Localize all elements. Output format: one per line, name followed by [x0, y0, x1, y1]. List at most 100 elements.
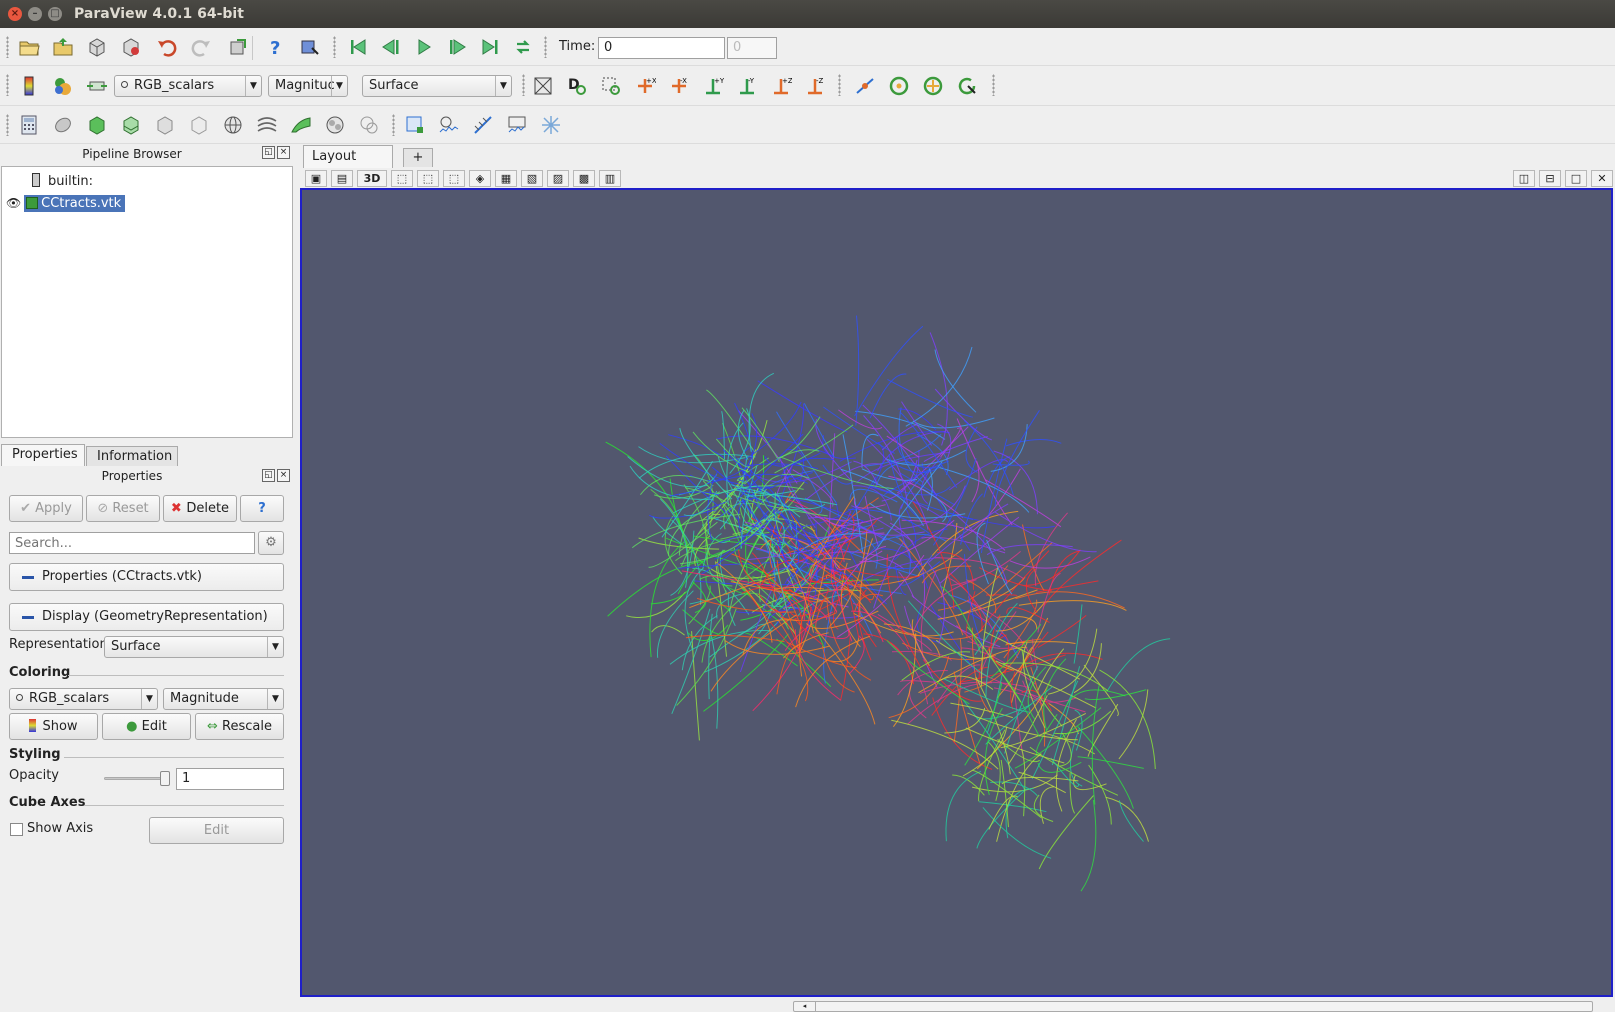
stream-tracer-icon[interactable]: [254, 112, 280, 138]
toggle-3d-button[interactable]: 3D: [357, 170, 387, 187]
split-camera-icon[interactable]: ▤: [331, 170, 353, 187]
coloring-array-dropdown[interactable]: RGB_scalars ▼: [9, 688, 158, 710]
loop-icon[interactable]: [510, 34, 536, 60]
clear-selection-icon[interactable]: ▩: [573, 170, 595, 187]
edit-color-map-button[interactable]: ● Edit: [102, 713, 191, 740]
coloring-component-dropdown[interactable]: Magnitude ▼: [163, 688, 284, 710]
rotation-center-icon[interactable]: [886, 73, 912, 99]
open-file-icon[interactable]: [16, 34, 42, 60]
advanced-properties-gear-icon[interactable]: ⚙: [258, 531, 284, 555]
extract-level-icon[interactable]: [356, 112, 382, 138]
tab-properties[interactable]: Properties: [1, 444, 85, 466]
play-icon[interactable]: [411, 34, 437, 60]
select-cells-icon[interactable]: [402, 112, 428, 138]
close-panel-icon[interactable]: ×: [277, 146, 290, 159]
reset-center-icon[interactable]: [954, 73, 980, 99]
rescale-button[interactable]: ⇔ Rescale: [195, 713, 284, 740]
tab-layout-1[interactable]: Layout #1✕: [303, 145, 393, 186]
delete-button[interactable]: ✖ Delete: [163, 495, 237, 522]
extract-subset-icon[interactable]: [186, 112, 212, 138]
last-frame-icon[interactable]: [477, 34, 503, 60]
save-state-icon[interactable]: [84, 34, 110, 60]
zoom-to-data-icon[interactable]: D: [564, 73, 590, 99]
tree-item-builtin[interactable]: builtin:: [32, 173, 93, 189]
axes-grid-icon[interactable]: [538, 112, 564, 138]
calculator-icon[interactable]: [16, 112, 42, 138]
select-points-frustum-icon[interactable]: ◈: [469, 170, 491, 187]
add-layout-tab-button[interactable]: +: [403, 148, 433, 167]
representation-dropdown[interactable]: Surface ▼: [104, 636, 284, 658]
section-properties[interactable]: Properties (CCtracts.vtk): [9, 563, 284, 591]
first-frame-icon[interactable]: [345, 34, 371, 60]
load-state-icon[interactable]: [50, 34, 76, 60]
whats-this-icon[interactable]: [296, 34, 322, 60]
reset-camera-icon[interactable]: [530, 73, 556, 99]
properties-search-input[interactable]: [9, 532, 255, 554]
reset-session-icon[interactable]: [225, 34, 251, 60]
spreadsheet-icon[interactable]: ▥: [599, 170, 621, 187]
show-color-legend-button[interactable]: Show: [9, 713, 98, 740]
help-button[interactable]: ?: [240, 495, 284, 522]
opacity-field[interactable]: 1: [176, 768, 284, 790]
zoom-to-box-icon[interactable]: [598, 73, 624, 99]
close-view-icon[interactable]: ✕: [1591, 170, 1613, 187]
scroll-left-icon[interactable]: ◂: [794, 1002, 816, 1011]
glyph-icon[interactable]: [220, 112, 246, 138]
float-panel-icon[interactable]: ◱: [262, 469, 275, 482]
time-index-spinbox[interactable]: 0: [727, 37, 777, 59]
color-component-select[interactable]: Magnituc ▼: [268, 75, 348, 97]
float-panel-icon[interactable]: ◱: [262, 146, 275, 159]
clip-icon[interactable]: [84, 112, 110, 138]
slice-icon[interactable]: [118, 112, 144, 138]
cube-axes-edit-button[interactable]: Edit: [149, 817, 284, 844]
group-datasets-icon[interactable]: [322, 112, 348, 138]
split-vertical-icon[interactable]: ⊟: [1539, 170, 1561, 187]
redo-icon[interactable]: [188, 34, 214, 60]
section-display[interactable]: Display (GeometryRepresentation): [9, 603, 284, 631]
undo-icon[interactable]: [154, 34, 180, 60]
show-axis-checkbox[interactable]: [10, 823, 23, 836]
rescale-range-icon[interactable]: [84, 73, 110, 99]
maximize-view-icon[interactable]: □: [1565, 170, 1587, 187]
select-cells-on-icon[interactable]: ⬚: [391, 170, 413, 187]
threshold-icon[interactable]: [152, 112, 178, 138]
apply-button[interactable]: ✔ Apply: [9, 495, 83, 522]
close-panel-icon[interactable]: ×: [277, 469, 290, 482]
previous-frame-icon[interactable]: [378, 34, 404, 60]
visibility-eye-icon[interactable]: 👁: [6, 196, 21, 210]
capture-screenshot-icon[interactable]: ▣: [305, 170, 327, 187]
view-minus-x-icon[interactable]: -X: [666, 73, 692, 99]
tab-information[interactable]: Information: [86, 446, 178, 466]
color-legend-icon[interactable]: [16, 73, 42, 99]
toolbar-grip[interactable]: [6, 36, 9, 58]
color-array-select[interactable]: RGB_scalars ▼: [114, 75, 262, 97]
contour-icon[interactable]: [50, 112, 76, 138]
render-view[interactable]: [300, 188, 1613, 997]
edit-color-map-icon[interactable]: [50, 73, 76, 99]
pick-center-icon[interactable]: [920, 73, 946, 99]
interactive-select-icon[interactable]: ▧: [521, 170, 543, 187]
window-minimize-button[interactable]: –: [28, 7, 42, 21]
window-maximize-button[interactable]: □: [48, 7, 62, 21]
split-horizontal-icon[interactable]: ◫: [1513, 170, 1535, 187]
reset-button[interactable]: ⊘ Reset: [86, 495, 160, 522]
view-minus-z-icon[interactable]: -Z: [802, 73, 828, 99]
plot-over-line-icon[interactable]: [470, 112, 496, 138]
save-data-icon[interactable]: [118, 34, 144, 60]
plot-selection-icon[interactable]: [436, 112, 462, 138]
select-points-on-icon[interactable]: ⬚: [417, 170, 439, 187]
tree-item-cctracts[interactable]: 👁 CCtracts.vtk: [6, 195, 126, 212]
view-minus-y-icon[interactable]: -Y: [734, 73, 760, 99]
pipeline-browser[interactable]: builtin: 👁 CCtracts.vtk: [1, 166, 293, 438]
select-cells-frustum-icon[interactable]: ⬚: [443, 170, 465, 187]
warp-by-vector-icon[interactable]: [288, 112, 314, 138]
select-block-icon[interactable]: ▦: [495, 170, 517, 187]
time-value-field[interactable]: 0: [598, 37, 725, 59]
view-plus-x-icon[interactable]: +X: [632, 73, 658, 99]
view-plus-y-icon[interactable]: +Y: [700, 73, 726, 99]
next-frame-icon[interactable]: [444, 34, 470, 60]
representation-select[interactable]: Surface ▼: [362, 75, 512, 97]
opacity-slider-handle[interactable]: [160, 771, 170, 786]
center-axes-icon[interactable]: [852, 73, 878, 99]
window-close-button[interactable]: ×: [8, 7, 22, 21]
